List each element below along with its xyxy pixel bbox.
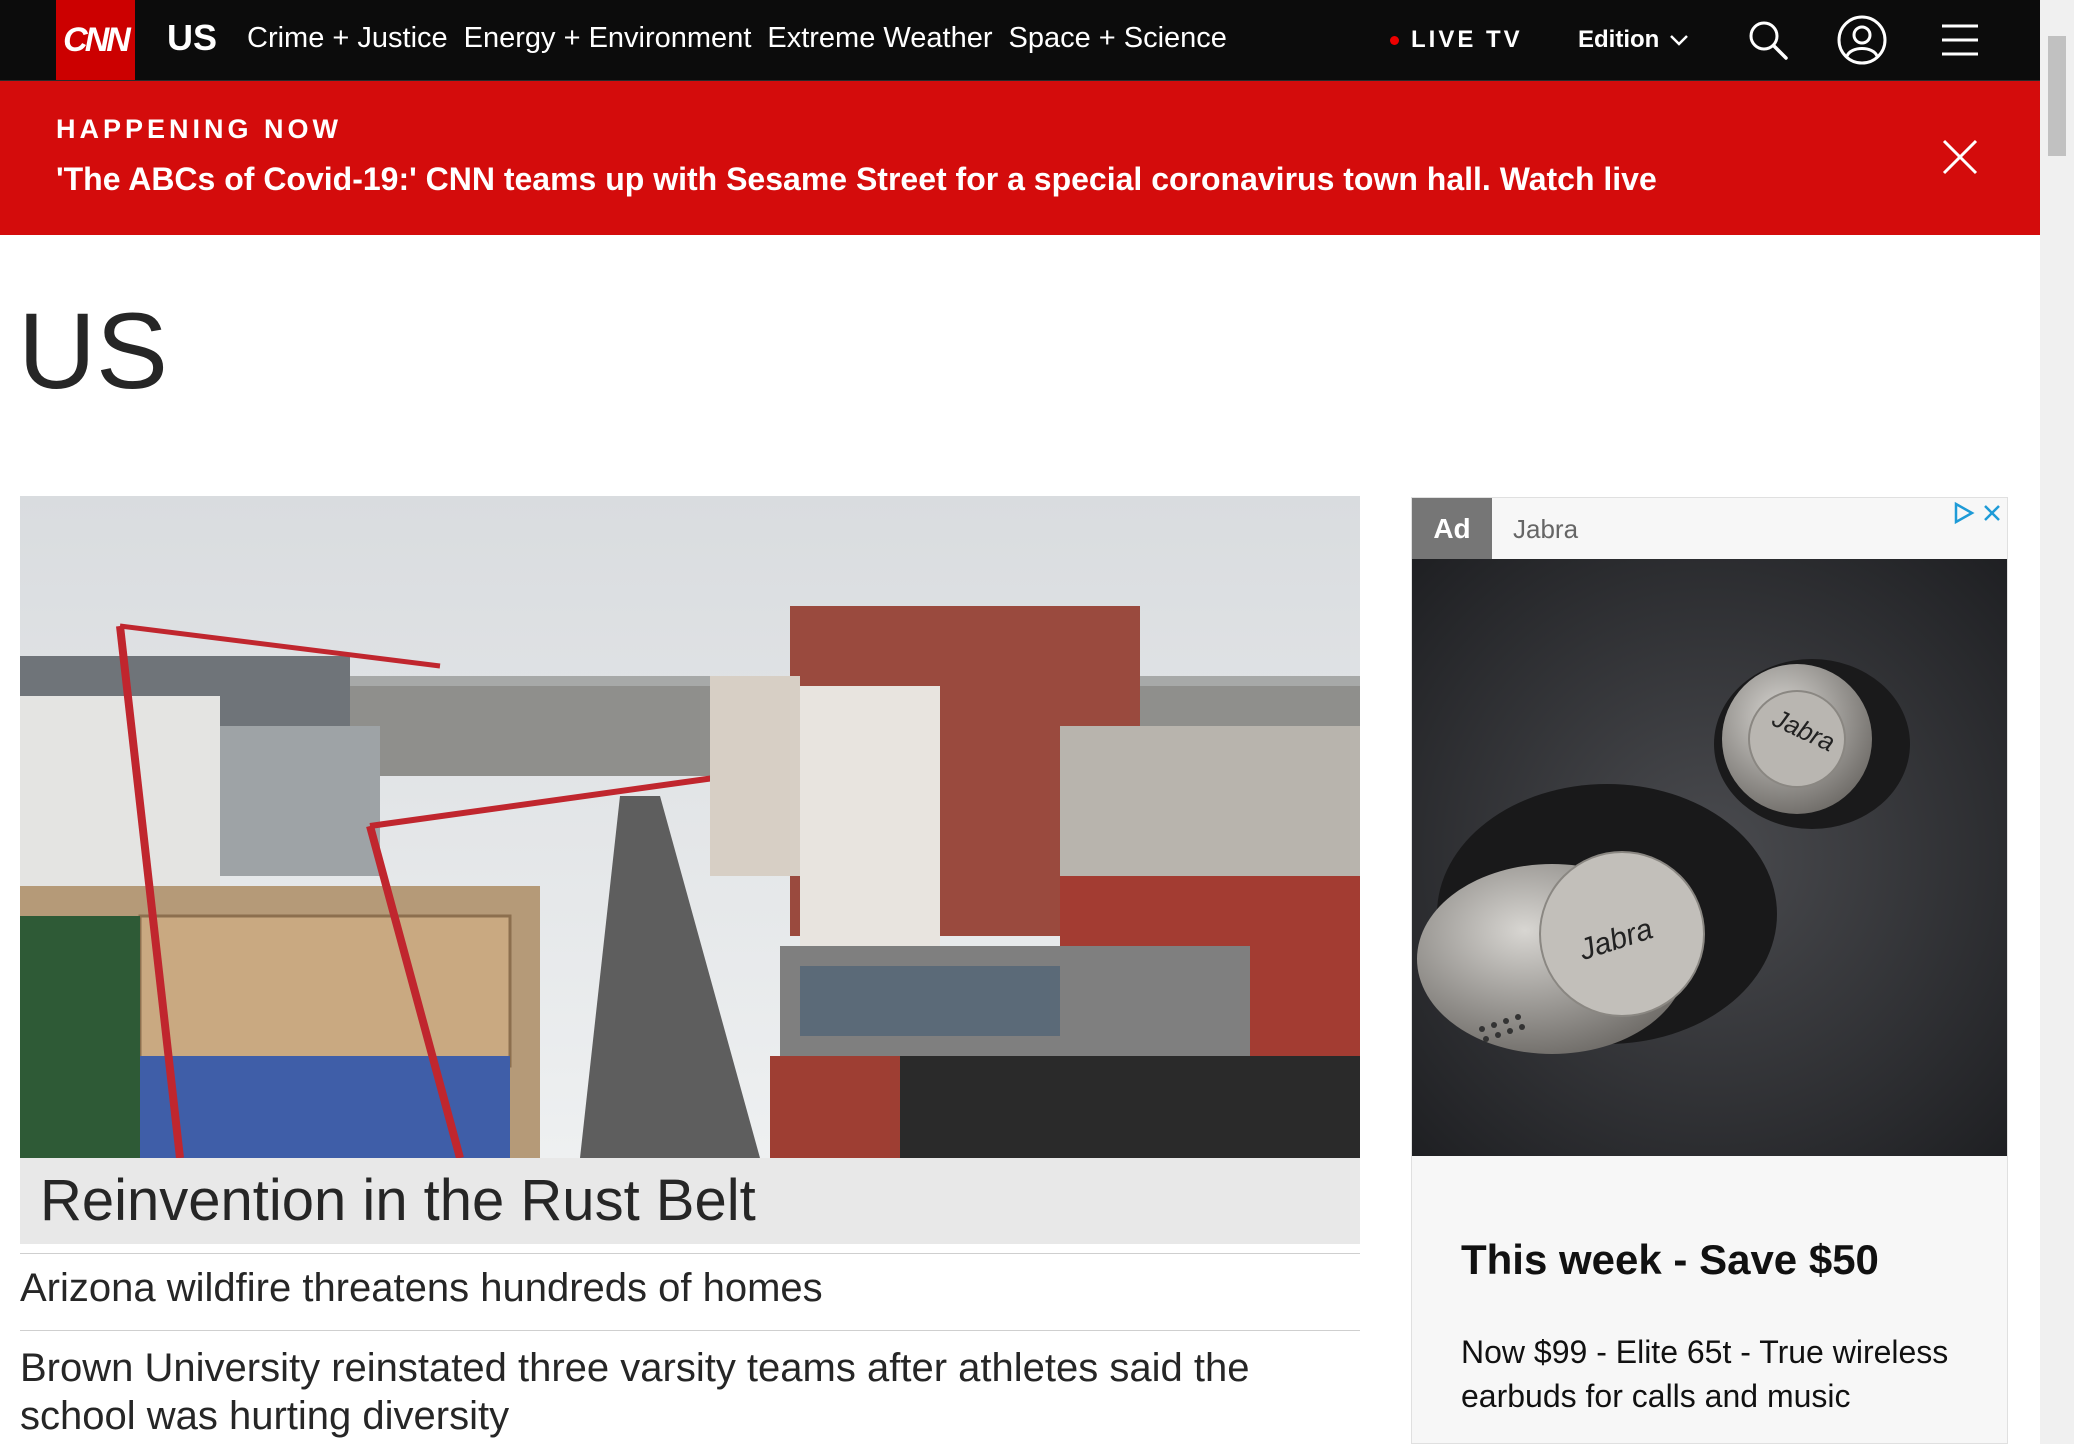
nav-links: Crime + Justice Energy + Environment Ext…	[247, 22, 1227, 55]
headline-link[interactable]: Brown University reinstated three varsit…	[20, 1344, 1320, 1440]
hero-caption[interactable]: Reinvention in the Rust Belt	[20, 1158, 1360, 1244]
ad-badge: Ad	[1412, 498, 1492, 559]
nav-link-crime-justice[interactable]: Crime + Justice	[247, 22, 448, 55]
search-icon[interactable]	[1744, 16, 1792, 64]
section-label[interactable]: US	[167, 17, 217, 59]
nav-link-extreme-weather[interactable]: Extreme Weather	[767, 22, 992, 55]
cnn-logo[interactable]: CNN	[56, 0, 135, 80]
adchoices-icon[interactable]	[1952, 501, 1976, 525]
edition-label: Edition	[1578, 26, 1660, 53]
ad-product-image[interactable]: Jabra Jabra	[1412, 559, 2008, 1156]
scroll-thumb[interactable]	[2048, 36, 2066, 156]
ad-headline[interactable]: This week - Save $50	[1461, 1236, 1879, 1284]
edition-dropdown[interactable]: Edition	[1578, 26, 1689, 54]
hero-caption-text[interactable]: Reinvention in the Rust Belt	[40, 1168, 756, 1233]
nav-link-energy-environment[interactable]: Energy + Environment	[464, 22, 752, 55]
divider	[20, 1330, 1360, 1331]
chevron-down-icon	[1670, 35, 1689, 46]
advertisement[interactable]: Ad Jabra Jabra Jabra This week - Save $5…	[1411, 497, 2008, 1444]
page-title: US	[18, 290, 169, 411]
live-tv-label: LIVE TV	[1411, 26, 1523, 53]
hero-image[interactable]	[20, 496, 1360, 1158]
headline-link[interactable]: Arizona wildfire threatens hundreds of h…	[20, 1266, 823, 1311]
menu-icon[interactable]	[1936, 16, 1984, 64]
ad-advertiser[interactable]: Jabra	[1513, 514, 1578, 545]
logo-text: CNN	[63, 20, 131, 59]
ad-choices[interactable]	[1952, 501, 2004, 527]
account-icon[interactable]	[1836, 14, 1888, 66]
close-icon[interactable]	[1980, 501, 2004, 525]
breaking-news-banner[interactable]: HAPPENING NOW 'The ABCs of Covid-19:' CN…	[0, 81, 2040, 235]
ad-header: Ad Jabra	[1412, 498, 2007, 559]
close-icon[interactable]	[1940, 137, 1980, 177]
live-dot-icon	[1390, 35, 1399, 45]
top-navigation: CNN US Crime + Justice Energy + Environm…	[0, 0, 2040, 81]
scrollbar[interactable]	[2040, 0, 2074, 1444]
ad-body[interactable]: Now $99 - Elite 65t - True wireless earb…	[1461, 1330, 1981, 1418]
breaking-headline[interactable]: 'The ABCs of Covid-19:' CNN teams up wit…	[56, 161, 1657, 198]
hero-story[interactable]: Reinvention in the Rust Belt	[20, 496, 1360, 1244]
divider	[20, 1253, 1360, 1254]
breaking-label: HAPPENING NOW	[56, 114, 343, 144]
live-tv-button[interactable]: LIVE TV	[1390, 26, 1523, 54]
nav-link-space-science[interactable]: Space + Science	[1008, 22, 1226, 55]
